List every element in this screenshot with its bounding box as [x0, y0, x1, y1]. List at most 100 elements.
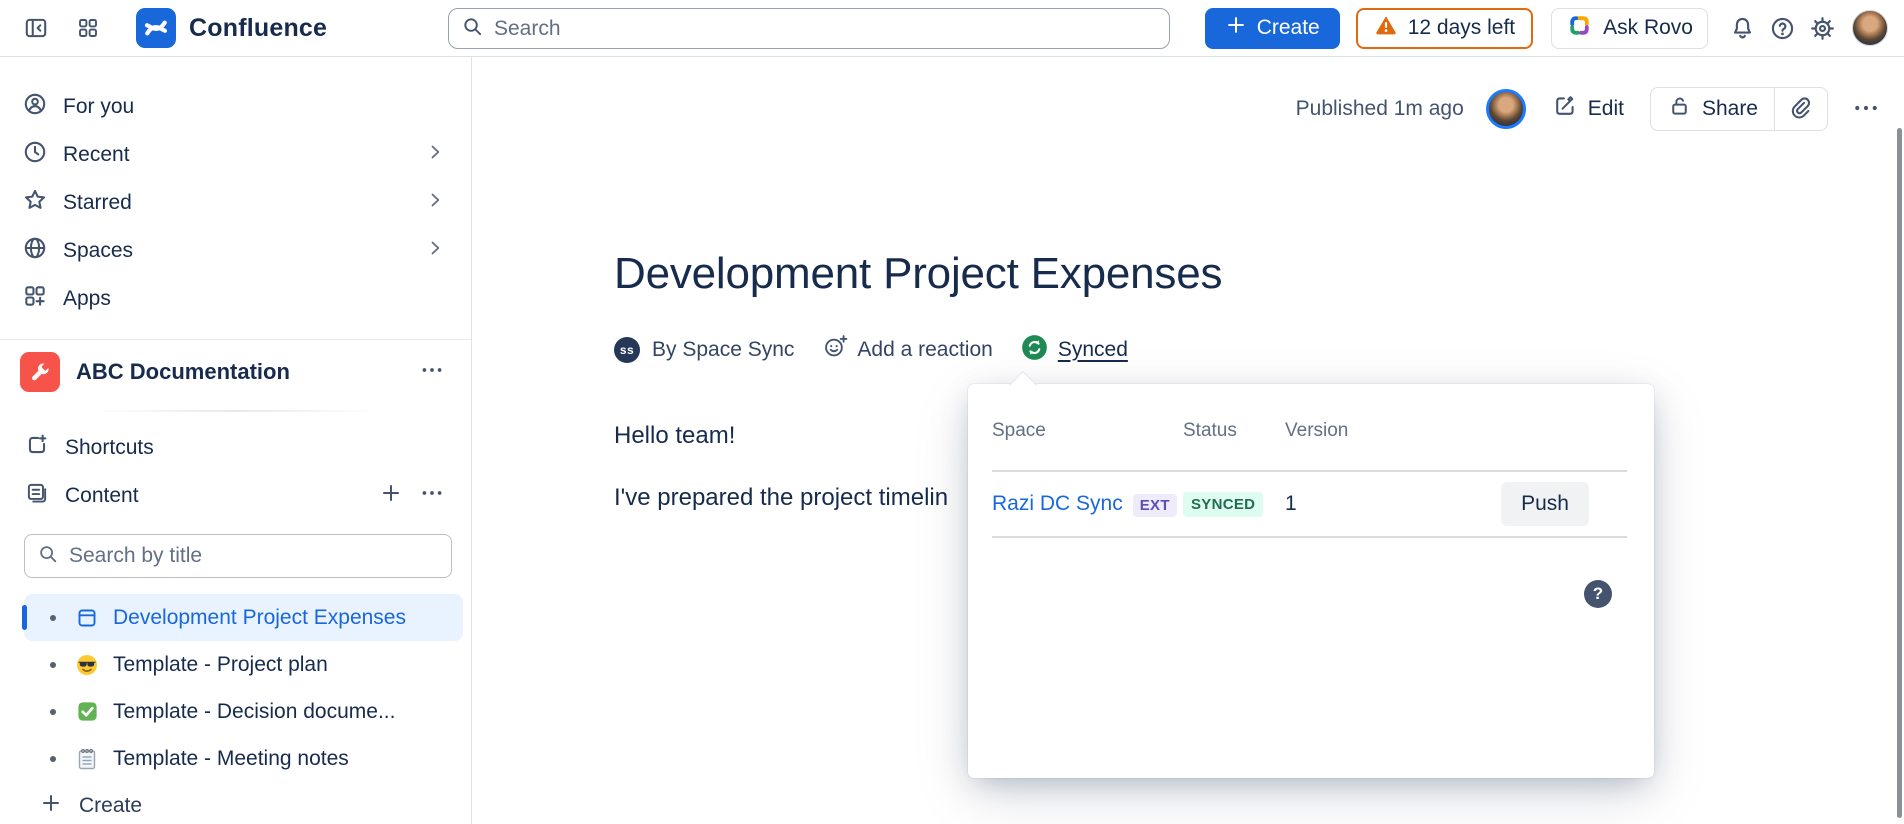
page-title: Development Project Expenses	[614, 249, 1904, 299]
sidebar-item-content[interactable]: Content	[0, 472, 471, 520]
search-by-title-input[interactable]	[69, 544, 439, 568]
sidebar-item-spaces[interactable]: Spaces	[0, 227, 471, 275]
plus-icon	[39, 791, 63, 821]
apps-grid-plus-icon	[22, 283, 48, 315]
share-button[interactable]: Share	[1651, 88, 1774, 130]
bullet-dot	[50, 756, 56, 762]
column-header-status: Status	[1183, 420, 1285, 444]
star-icon	[22, 187, 48, 219]
sidebar-item-shortcuts[interactable]: Shortcuts	[0, 424, 471, 472]
table-divider	[992, 536, 1627, 538]
warning-triangle-icon	[1374, 13, 1398, 43]
shortcut-add-icon	[24, 432, 50, 464]
app-switcher-button[interactable]	[68, 8, 108, 48]
tree-item-template-meeting-notes[interactable]: Template - Meeting notes	[24, 735, 463, 782]
add-reaction-button[interactable]: Add a reaction	[822, 333, 992, 366]
published-status[interactable]: Published 1m ago	[1296, 97, 1464, 121]
sync-table-header: Space Status Version	[992, 420, 1627, 444]
notepad-emoji-icon	[74, 746, 100, 772]
collapse-sidebar-icon	[23, 15, 49, 41]
scroll-shadow	[90, 410, 381, 412]
sidebar-item-label: Starred	[63, 191, 132, 215]
edit-button[interactable]: Edit	[1542, 85, 1634, 133]
selected-indicator-bar	[22, 605, 27, 630]
gear-icon	[1809, 15, 1836, 42]
chevron-right-icon	[425, 190, 445, 216]
author-link[interactable]: By Space Sync	[652, 338, 794, 362]
sync-table-row: Razi DC SyncEXT SYNCED 1 Push	[992, 472, 1627, 536]
sync-icon	[1021, 334, 1048, 366]
tree-create-button[interactable]: Create	[24, 782, 463, 824]
bullet-dot	[50, 662, 56, 668]
vertical-scrollbar[interactable]	[1897, 128, 1902, 818]
globe-icon	[22, 235, 48, 267]
trial-days-left-button[interactable]: 12 days left	[1356, 8, 1533, 49]
tree-item-development-project-expenses[interactable]: Development Project Expenses	[24, 594, 463, 641]
more-dots-icon	[1852, 94, 1880, 125]
tree-item-label: Template - Project plan	[113, 653, 328, 677]
settings-button[interactable]	[1802, 8, 1842, 48]
chevron-right-icon	[425, 238, 445, 264]
ask-rovo-button[interactable]: Ask Rovo	[1551, 8, 1708, 49]
create-button[interactable]: Create	[1205, 8, 1340, 49]
sidebar: For you Recent Starre	[0, 57, 472, 824]
sidebar-item-for-you[interactable]: For you	[0, 83, 471, 131]
bullet-dot	[50, 709, 56, 715]
column-header-version: Version	[1285, 420, 1405, 444]
collapse-sidebar-button[interactable]	[16, 8, 56, 48]
space-more-icon[interactable]	[419, 357, 445, 388]
topbar-actions: Create 12 days left	[1205, 8, 1888, 49]
space-link-razi-dc-sync[interactable]: Razi DC Sync	[992, 492, 1123, 515]
edit-pencil-icon	[1552, 93, 1578, 125]
pages-icon	[24, 480, 50, 512]
synced-label: Synced	[1058, 338, 1128, 362]
notifications-button[interactable]	[1722, 8, 1762, 48]
search-input[interactable]	[494, 17, 1157, 41]
smiley-plus-icon	[822, 333, 849, 366]
sidebar-item-label: Content	[65, 484, 139, 508]
confluence-home-link[interactable]: Confluence	[136, 8, 327, 48]
tree-item-label: Template - Decision docume...	[113, 700, 395, 724]
unlocked-icon	[1667, 94, 1692, 125]
sidebar-item-label: Spaces	[63, 239, 133, 263]
space-header[interactable]: ABC Documentation	[0, 340, 471, 404]
app-grid-icon	[76, 16, 100, 40]
add-reaction-label: Add a reaction	[857, 338, 992, 362]
check-mark-emoji-icon	[74, 699, 100, 725]
confluence-logo-icon	[136, 8, 176, 48]
rovo-logo-icon	[1566, 12, 1593, 45]
sync-popup: Space Status Version Razi DC SyncEXT SYN…	[968, 384, 1654, 778]
push-button[interactable]: Push	[1501, 482, 1589, 526]
tree-search	[24, 534, 452, 578]
help-button[interactable]	[1762, 8, 1802, 48]
content-more-icon[interactable]	[419, 480, 445, 512]
app-name: Confluence	[189, 14, 327, 43]
popup-help-button[interactable]: ?	[1584, 580, 1612, 608]
copy-link-button[interactable]	[1775, 88, 1827, 130]
sync-table: Space Status Version Razi DC SyncEXT SYN…	[992, 420, 1627, 538]
tree-item-template-project-plan[interactable]: Template - Project plan	[24, 641, 463, 688]
ask-rovo-label: Ask Rovo	[1603, 16, 1693, 40]
confluence-app: Confluence Create	[0, 0, 1904, 824]
bell-icon	[1729, 15, 1756, 42]
tree-item-template-decision-document[interactable]: Template - Decision docume...	[24, 688, 463, 735]
sidebar-nav: For you Recent Starre	[0, 57, 471, 323]
add-content-icon[interactable]	[379, 481, 403, 511]
ext-badge: EXT	[1133, 494, 1177, 517]
page-tree: Development Project Expenses Template - …	[0, 594, 471, 824]
sidebar-item-apps[interactable]: Apps	[0, 275, 471, 323]
clock-icon	[22, 139, 48, 171]
sidebar-item-starred[interactable]: Starred	[0, 179, 471, 227]
contributor-avatar[interactable]	[1486, 89, 1526, 129]
user-avatar[interactable]	[1852, 10, 1888, 46]
page-more-button[interactable]	[1844, 87, 1888, 131]
space-icon-wrench	[20, 352, 60, 392]
author-avatar[interactable]: ss	[614, 337, 640, 363]
edit-button-label: Edit	[1588, 97, 1624, 121]
page-actions: Published 1m ago Edit	[472, 87, 1888, 131]
synced-status-link[interactable]: Synced	[1021, 334, 1128, 366]
create-button-label: Create	[1257, 16, 1320, 40]
sidebar-item-recent[interactable]: Recent	[0, 131, 471, 179]
sunglasses-emoji-icon	[74, 652, 100, 678]
byline: ss By Space Sync Add a reaction	[614, 333, 1904, 366]
